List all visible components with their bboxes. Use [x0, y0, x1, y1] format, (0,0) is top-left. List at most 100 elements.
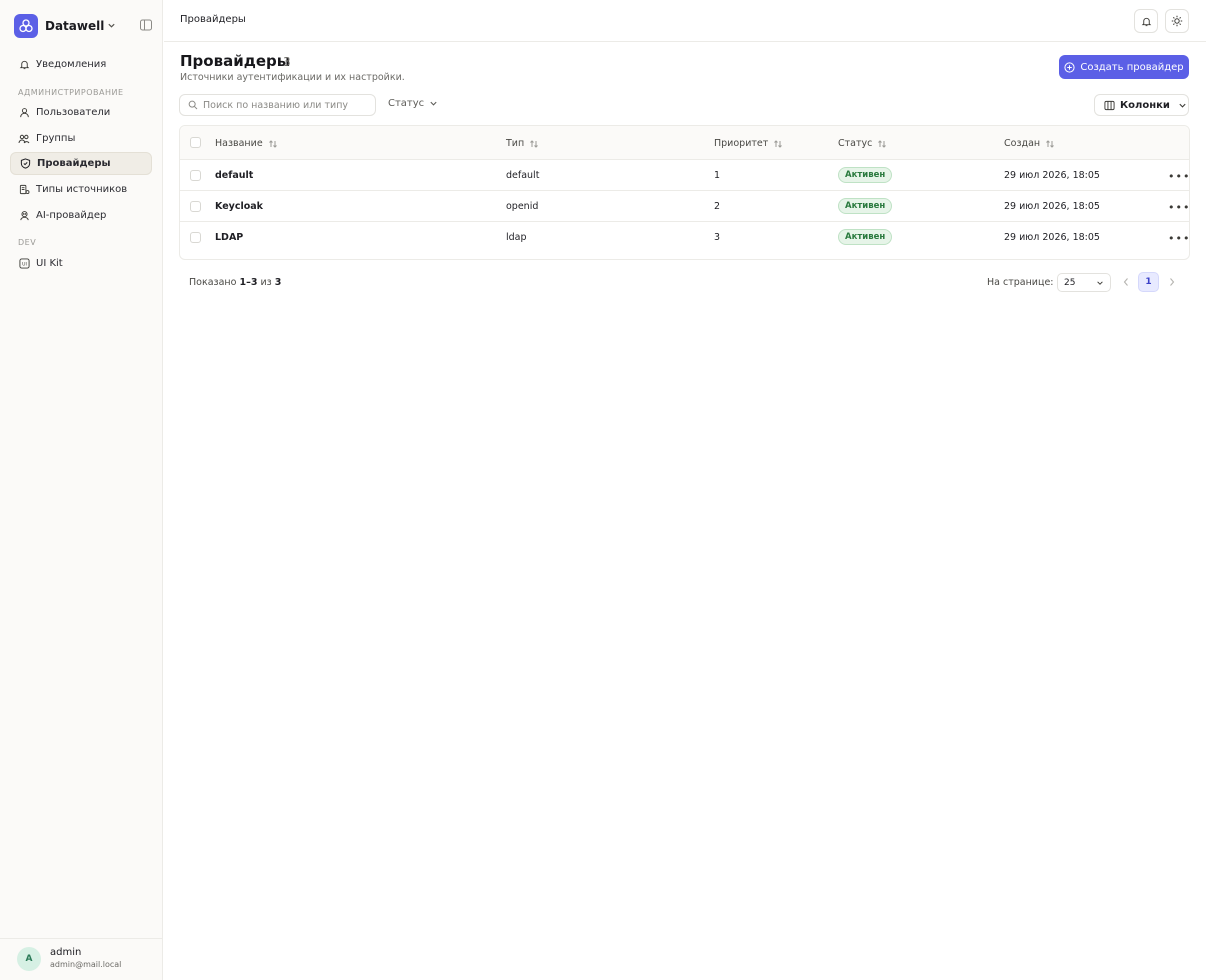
sidebar-item-providers[interactable]: Провайдеры	[10, 152, 152, 175]
cell-priority: 1	[714, 170, 721, 181]
status-filter-button[interactable]: Статус	[388, 98, 438, 109]
select-all-checkbox[interactable]	[190, 137, 201, 148]
row-actions-icon[interactable]: •••	[1168, 170, 1190, 183]
row-actions-icon[interactable]: •••	[1168, 201, 1190, 214]
table-row[interactable]: default default 1 Активен 29 июл 2026, 1…	[180, 160, 1189, 191]
table-header: Название Тип Приоритет Статус Создан	[180, 126, 1189, 160]
results-range: 1–3	[239, 277, 258, 288]
per-page-label: На странице:	[987, 277, 1054, 288]
sidebar-item-label: Пользователи	[36, 107, 111, 118]
sort-icon	[773, 139, 783, 149]
sidebar-item-ui-kit[interactable]: UI UI Kit	[10, 252, 152, 275]
sidebar-toggle-icon[interactable]	[139, 18, 153, 32]
theme-toggle-button[interactable]	[1165, 9, 1189, 33]
cell-type: default	[506, 170, 540, 181]
row-checkbox[interactable]	[190, 232, 201, 243]
results-total: 3	[274, 277, 282, 288]
status-badge: Активен	[838, 167, 893, 183]
app-logo-icon	[14, 14, 38, 38]
workspace-switcher[interactable]: Datawell	[14, 14, 116, 38]
column-header-priority[interactable]: Приоритет	[714, 138, 783, 149]
row-actions-icon[interactable]: •••	[1168, 232, 1190, 245]
columns-icon	[1104, 100, 1115, 111]
per-page-value: 25	[1064, 277, 1076, 288]
sidebar-section-dev: DEV	[18, 238, 37, 247]
cell-name: default	[215, 170, 254, 181]
notifications-button[interactable]	[1134, 9, 1158, 33]
page-title: Провайдеры	[180, 52, 291, 70]
cell-name: Keycloak	[215, 201, 263, 212]
cell-type: openid	[506, 201, 539, 212]
columns-label: Колонки	[1120, 99, 1170, 111]
plus-circle-icon	[1064, 61, 1075, 73]
sidebar-section-admin: АДМИНИСТРИРОВАНИЕ	[18, 88, 124, 97]
cell-name: LDAP	[215, 232, 244, 243]
sidebar-item-label: UI Kit	[36, 258, 63, 269]
sidebar-item-label: Провайдеры	[37, 158, 111, 169]
sidebar-item-groups[interactable]: Группы	[10, 127, 152, 150]
sort-icon	[877, 139, 887, 149]
sort-icon	[268, 139, 278, 149]
providers-count: 3	[283, 55, 291, 69]
per-page-select[interactable]: 25	[1057, 273, 1111, 292]
page-button-current[interactable]: 1	[1138, 272, 1159, 292]
bot-icon	[18, 210, 30, 222]
ui-kit-icon: UI	[18, 258, 30, 270]
results-summary: Показано 1–3 из 3	[189, 277, 281, 288]
column-header-status[interactable]: Статус	[838, 138, 887, 149]
sidebar-item-ai-provider[interactable]: AI-провайдер	[10, 204, 152, 227]
column-header-created[interactable]: Создан	[1004, 138, 1055, 149]
status-badge: Активен	[838, 198, 893, 214]
breadcrumb: Провайдеры	[180, 14, 246, 25]
chevron-down-icon	[429, 99, 438, 108]
create-provider-button[interactable]: Создать провайдер	[1059, 55, 1189, 79]
cell-priority: 2	[714, 201, 721, 212]
search-icon	[188, 100, 198, 110]
column-header-name[interactable]: Название	[215, 138, 278, 149]
cell-created: 29 июл 2026, 18:05	[1004, 201, 1100, 212]
user-name: admin	[50, 947, 82, 958]
user-icon	[18, 107, 30, 119]
bell-icon	[1141, 16, 1152, 27]
create-provider-label: Создать провайдер	[1080, 61, 1184, 73]
top-bar: Провайдеры	[164, 0, 1206, 42]
status-filter-label: Статус	[388, 98, 425, 109]
user-menu[interactable]: A admin admin@mail.local	[0, 938, 162, 980]
sidebar-item-label: AI-провайдер	[36, 210, 107, 221]
table-row[interactable]: Keycloak openid 2 Активен 29 июл 2026, 1…	[180, 191, 1189, 222]
sidebar-item-users[interactable]: Пользователи	[10, 101, 152, 124]
status-badge: Активен	[838, 229, 893, 245]
cell-created: 29 июл 2026, 18:05	[1004, 170, 1100, 181]
sidebar-item-label: Уведомления	[36, 59, 107, 70]
search-field[interactable]	[179, 94, 376, 116]
row-checkbox[interactable]	[190, 170, 201, 181]
avatar: A	[17, 947, 41, 971]
search-input[interactable]	[203, 99, 368, 111]
sidebar: Datawell Уведомления АДМИНИСТРИРОВАНИЕ П…	[0, 0, 163, 980]
results-of: из	[260, 277, 272, 288]
bell-icon	[18, 59, 30, 71]
chevron-down-icon	[107, 20, 116, 33]
workspace-name: Datawell	[45, 19, 105, 33]
row-checkbox[interactable]	[190, 201, 201, 212]
sort-icon	[529, 139, 539, 149]
sort-icon	[1045, 139, 1055, 149]
cell-created: 29 июл 2026, 18:05	[1004, 232, 1100, 243]
chevron-right-icon[interactable]	[1167, 276, 1177, 288]
sun-icon	[1171, 15, 1183, 27]
chevron-left-icon[interactable]	[1121, 276, 1131, 288]
column-header-type[interactable]: Тип	[506, 138, 539, 149]
column-header-label: Приоритет	[714, 138, 769, 149]
sidebar-item-notifications[interactable]: Уведомления	[10, 53, 152, 76]
sidebar-item-label: Группы	[36, 133, 76, 144]
providers-table: Название Тип Приоритет Статус Создан def…	[179, 125, 1190, 260]
users-group-icon	[18, 133, 30, 145]
chevron-down-icon	[1178, 101, 1187, 110]
results-prefix: Показано	[189, 277, 237, 288]
column-header-label: Название	[215, 138, 263, 149]
user-email: admin@mail.local	[50, 960, 122, 969]
table-row[interactable]: LDAP ldap 3 Активен 29 июл 2026, 18:05 •…	[180, 222, 1189, 253]
columns-button[interactable]: Колонки	[1094, 94, 1189, 116]
chevron-down-icon	[1096, 279, 1104, 287]
sidebar-item-source-types[interactable]: Типы источников	[10, 178, 152, 201]
